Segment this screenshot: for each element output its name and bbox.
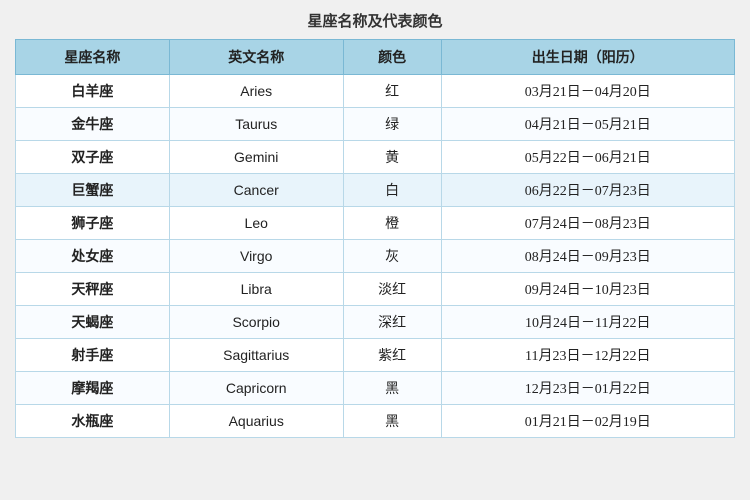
zodiac-color: 白: [343, 174, 441, 207]
zodiac-color: 红: [343, 75, 441, 108]
zodiac-chinese: 摩羯座: [16, 372, 170, 405]
zodiac-color: 深红: [343, 306, 441, 339]
header-color: 颜色: [343, 40, 441, 75]
zodiac-chinese: 金牛座: [16, 108, 170, 141]
zodiac-english: Leo: [169, 207, 343, 240]
zodiac-color: 灰: [343, 240, 441, 273]
zodiac-date: 04月21日－05月21日: [441, 108, 734, 141]
main-container: 星座名称及代表颜色 星座名称 英文名称 颜色 出生日期（阳历） 白羊座Aries…: [15, 10, 735, 438]
zodiac-english: Gemini: [169, 141, 343, 174]
zodiac-color: 黑: [343, 405, 441, 438]
table-row: 巨蟹座Cancer白06月22日－07月23日: [16, 174, 735, 207]
zodiac-date: 09月24日－10月23日: [441, 273, 734, 306]
zodiac-chinese: 双子座: [16, 141, 170, 174]
table-row: 天蝎座Scorpio深红10月24日－11月22日: [16, 306, 735, 339]
table-header-row: 星座名称 英文名称 颜色 出生日期（阳历）: [16, 40, 735, 75]
page-title: 星座名称及代表颜色: [15, 10, 735, 31]
table-row: 天秤座Libra淡红09月24日－10月23日: [16, 273, 735, 306]
zodiac-color: 淡红: [343, 273, 441, 306]
zodiac-color: 橙: [343, 207, 441, 240]
table-row: 射手座Sagittarius紫红11月23日－12月22日: [16, 339, 735, 372]
zodiac-english: Taurus: [169, 108, 343, 141]
zodiac-english: Cancer: [169, 174, 343, 207]
zodiac-date: 12月23日－01月22日: [441, 372, 734, 405]
zodiac-date: 06月22日－07月23日: [441, 174, 734, 207]
zodiac-english: Scorpio: [169, 306, 343, 339]
zodiac-chinese: 白羊座: [16, 75, 170, 108]
zodiac-english: Capricorn: [169, 372, 343, 405]
table-row: 狮子座Leo橙07月24日－08月23日: [16, 207, 735, 240]
zodiac-color: 绿: [343, 108, 441, 141]
zodiac-date: 03月21日－04月20日: [441, 75, 734, 108]
zodiac-date: 07月24日－08月23日: [441, 207, 734, 240]
zodiac-date: 11月23日－12月22日: [441, 339, 734, 372]
zodiac-english: Sagittarius: [169, 339, 343, 372]
zodiac-date: 08月24日－09月23日: [441, 240, 734, 273]
table-row: 水瓶座Aquarius黑01月21日－02月19日: [16, 405, 735, 438]
zodiac-chinese: 天秤座: [16, 273, 170, 306]
table-row: 处女座Virgo灰08月24日－09月23日: [16, 240, 735, 273]
table-row: 金牛座Taurus绿04月21日－05月21日: [16, 108, 735, 141]
table-row: 摩羯座Capricorn黑12月23日－01月22日: [16, 372, 735, 405]
zodiac-chinese: 巨蟹座: [16, 174, 170, 207]
zodiac-chinese: 天蝎座: [16, 306, 170, 339]
zodiac-table: 星座名称 英文名称 颜色 出生日期（阳历） 白羊座Aries红03月21日－04…: [15, 39, 735, 438]
zodiac-english: Aquarius: [169, 405, 343, 438]
zodiac-chinese: 狮子座: [16, 207, 170, 240]
header-chinese: 星座名称: [16, 40, 170, 75]
zodiac-color: 紫红: [343, 339, 441, 372]
zodiac-chinese: 射手座: [16, 339, 170, 372]
zodiac-color: 黄: [343, 141, 441, 174]
zodiac-chinese: 处女座: [16, 240, 170, 273]
zodiac-date: 01月21日－02月19日: [441, 405, 734, 438]
header-date: 出生日期（阳历）: [441, 40, 734, 75]
zodiac-english: Libra: [169, 273, 343, 306]
zodiac-date: 10月24日－11月22日: [441, 306, 734, 339]
header-english: 英文名称: [169, 40, 343, 75]
table-row: 白羊座Aries红03月21日－04月20日: [16, 75, 735, 108]
zodiac-date: 05月22日－06月21日: [441, 141, 734, 174]
table-row: 双子座Gemini黄05月22日－06月21日: [16, 141, 735, 174]
zodiac-english: Virgo: [169, 240, 343, 273]
zodiac-chinese: 水瓶座: [16, 405, 170, 438]
zodiac-english: Aries: [169, 75, 343, 108]
zodiac-color: 黑: [343, 372, 441, 405]
